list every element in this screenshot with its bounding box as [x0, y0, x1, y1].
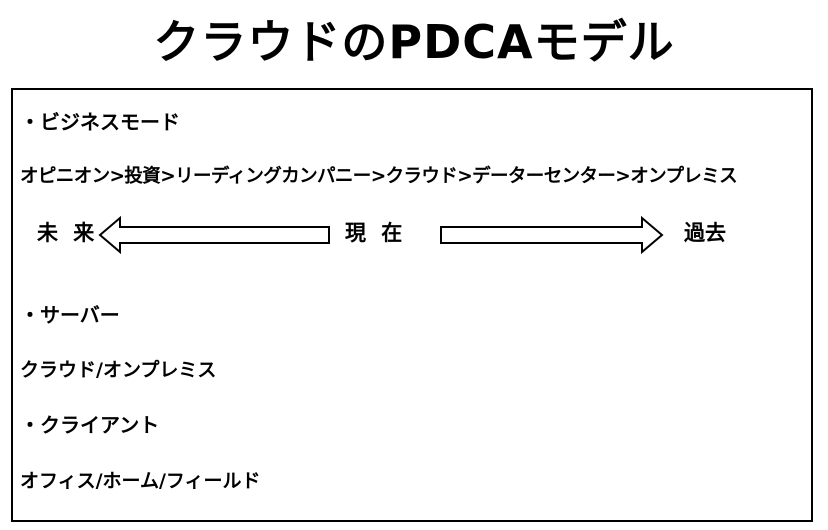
- future-label: 未 来: [37, 221, 99, 245]
- left-arrow-icon: [98, 216, 330, 254]
- business-mode-chain: オピニオン>投資>リーディングカンパニー>クラウド>データーセンター>オンプレミ…: [20, 166, 738, 187]
- right-arrow-shape: [440, 216, 664, 254]
- business-mode-heading: ・ビジネスモード: [20, 110, 180, 134]
- present-label: 現 在: [345, 221, 407, 245]
- diagram-frame: [11, 88, 813, 522]
- past-label: 過去: [684, 221, 726, 245]
- right-arrow-icon: [440, 216, 664, 254]
- client-value: オフィス/ホーム/フィールド: [20, 470, 261, 492]
- page-title: クラウドのPDCAモデル: [153, 15, 675, 69]
- server-heading: ・サーバー: [20, 303, 120, 327]
- client-heading: ・クライアント: [20, 413, 160, 437]
- server-value: クラウド/オンプレミス: [20, 359, 217, 381]
- left-arrow-shape: [98, 216, 330, 254]
